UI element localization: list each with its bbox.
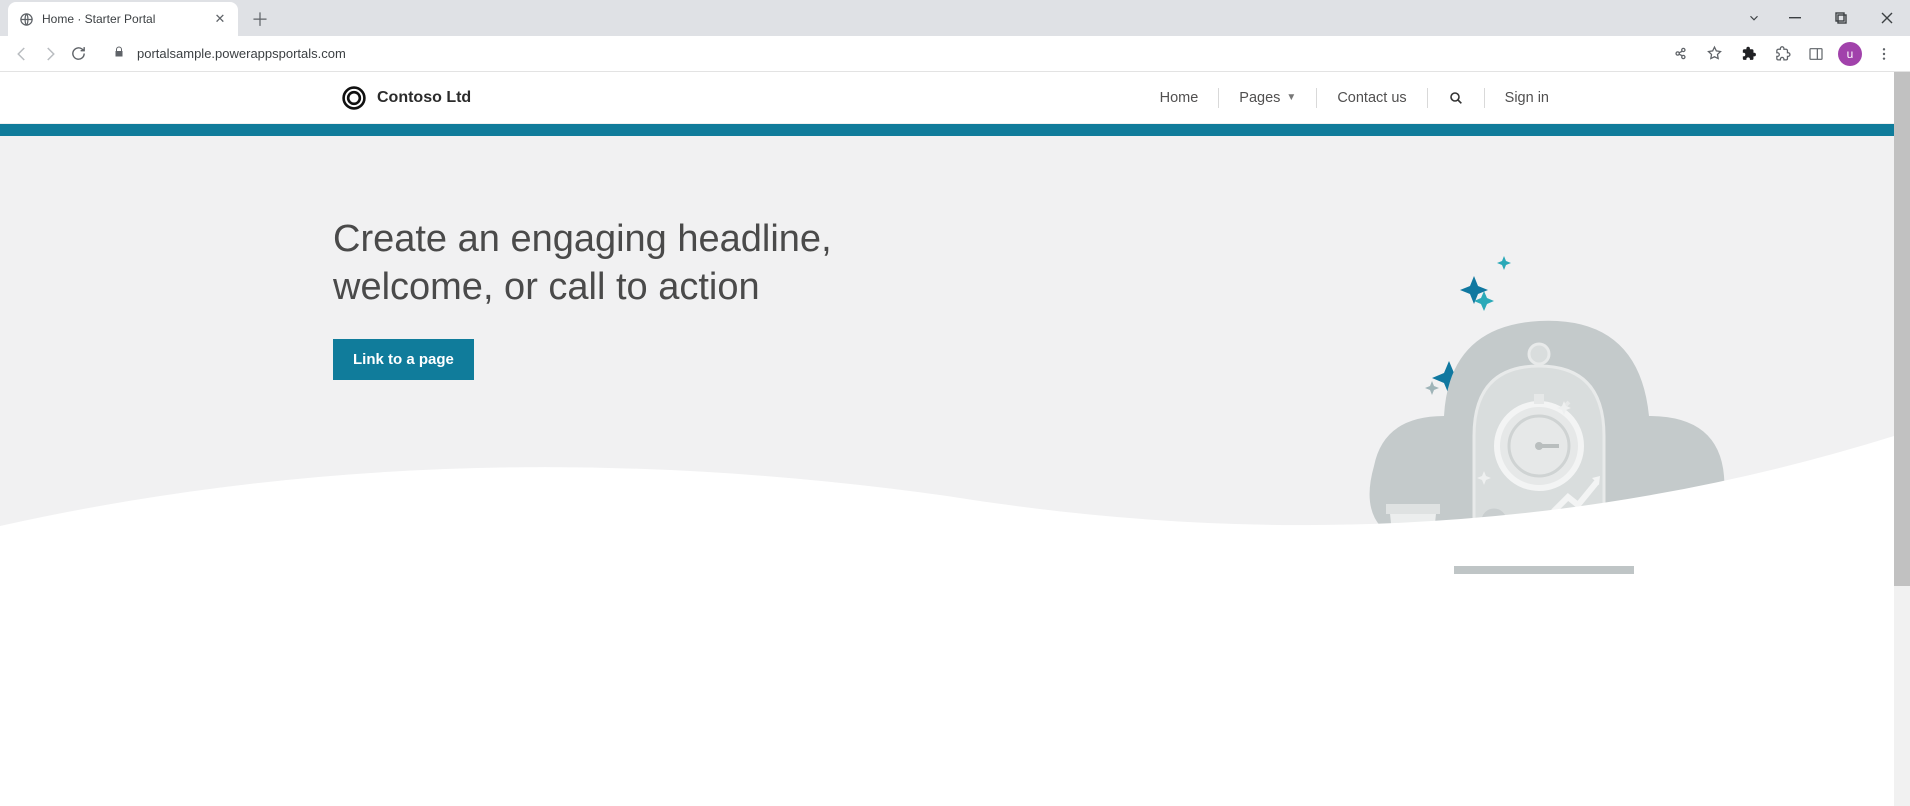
share-icon[interactable] [1666,40,1694,68]
hero-section: Create an engaging headline, welcome, or… [0,136,1894,566]
nav-signin[interactable]: Sign in [1485,90,1569,106]
brand-name: Contoso Ltd [377,89,471,107]
browser-tab-strip: Home · Starter Portal ✕ ＋ [0,0,1910,36]
nav-contact[interactable]: Contact us [1317,90,1426,106]
bookmark-star-icon[interactable] [1700,40,1728,68]
reload-button[interactable] [64,40,92,68]
toolbar-right-icons: u [1666,40,1902,68]
profile-initial: u [1838,42,1862,66]
extension-puzzle-dark-icon[interactable] [1734,40,1762,68]
site-brand[interactable]: Contoso Ltd [341,85,471,111]
site-nav: Home Pages ▼ Contact us Sign in [1140,88,1569,108]
lock-icon [113,46,127,61]
hero-cta-button[interactable]: Link to a page [333,339,474,380]
nav-home[interactable]: Home [1140,90,1219,106]
extensions-icon[interactable] [1768,40,1796,68]
address-bar[interactable]: portalsample.powerappsportals.com [100,40,1658,68]
caret-down-icon: ▼ [1286,92,1296,103]
search-icon [1448,90,1464,106]
nav-pages[interactable]: Pages ▼ [1219,90,1316,106]
url-text: portalsample.powerappsportals.com [137,46,346,61]
scrollbar-thumb[interactable] [1894,72,1910,586]
window-close-button[interactable] [1864,0,1910,36]
site-header: Contoso Ltd Home Pages ▼ Contact us Sign… [0,72,1910,124]
new-tab-button[interactable]: ＋ [246,5,274,33]
globe-icon [18,11,34,27]
window-maximize-button[interactable] [1818,0,1864,36]
teal-accent-bar [0,124,1894,136]
scrollbar-track[interactable] [1894,72,1910,806]
forward-button[interactable] [36,40,64,68]
tabs-dropdown-icon[interactable] [1736,0,1772,36]
browser-tab-active[interactable]: Home · Starter Portal ✕ [8,2,238,36]
kebab-menu-icon[interactable] [1870,40,1898,68]
brand-logo-icon [341,85,367,111]
nav-search[interactable] [1428,90,1484,106]
profile-avatar[interactable]: u [1836,40,1864,68]
browser-toolbar: portalsample.powerappsportals.com u [0,36,1910,72]
window-controls [1736,0,1910,36]
back-button[interactable] [8,40,36,68]
wave-divider [0,406,1894,566]
page-viewport: Contoso Ltd Home Pages ▼ Contact us Sign… [0,72,1910,806]
window-minimize-button[interactable] [1772,0,1818,36]
tab-title: Home · Starter Portal [42,12,212,26]
side-panel-icon[interactable] [1802,40,1830,68]
hero-headline: Create an engaging headline, welcome, or… [333,216,853,311]
tab-close-icon[interactable]: ✕ [212,11,228,27]
